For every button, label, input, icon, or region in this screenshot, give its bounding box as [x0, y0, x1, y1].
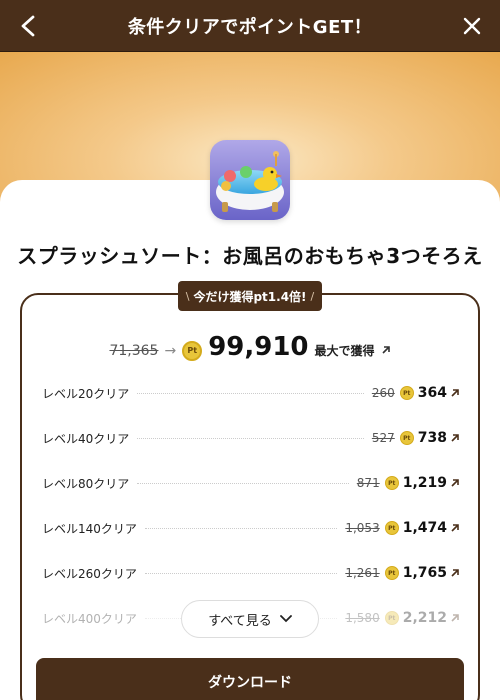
page-title: 条件クリアでポイントGET！: [127, 16, 373, 38]
download-button[interactable]: ダウンロード: [36, 658, 464, 700]
point-coin-icon: Pt: [182, 340, 203, 361]
close-button[interactable]: [458, 12, 486, 40]
level-new-points: 364: [417, 385, 447, 401]
total-new-points: 99,910: [208, 332, 309, 362]
external-link-icon[interactable]: [450, 478, 460, 488]
level-label: レベル400クリア: [42, 611, 137, 626]
level-row: レベル40クリア 527 Pt 738: [42, 423, 460, 453]
external-link-icon[interactable]: [381, 340, 391, 359]
level-row: レベル140クリア 1,053 Pt 1,474: [42, 513, 460, 543]
total-old-points: 71,365: [109, 343, 159, 359]
level-old-points: 1,053: [345, 521, 380, 535]
boost-badge-left-mark: \: [185, 289, 190, 303]
level-new-points: 1,219: [402, 475, 447, 491]
arrow-right-icon: →: [164, 343, 177, 359]
see-all-label: すべて見る: [208, 613, 272, 629]
external-link-icon[interactable]: [450, 568, 460, 578]
point-coin-icon: Pt: [384, 521, 399, 535]
point-coin-icon: Pt: [384, 566, 399, 580]
level-new-points: 2,212: [402, 610, 447, 626]
external-link-icon[interactable]: [450, 613, 460, 623]
external-link-icon[interactable]: [450, 388, 460, 398]
level-label: レベル140クリア: [42, 521, 137, 536]
level-label: レベル20クリア: [42, 386, 130, 401]
close-icon: [463, 17, 481, 35]
chevron-left-icon: [21, 15, 35, 37]
level-old-points: 260: [371, 386, 395, 400]
total-points-row: 71,365 → Pt 99,910 最大で獲得: [0, 332, 500, 363]
level-new-points: 738: [417, 430, 447, 446]
top-bar: 条件クリアでポイントGET！: [0, 0, 500, 52]
see-all-button[interactable]: すべて見る: [181, 600, 319, 638]
level-old-points: 1,580: [345, 611, 380, 625]
download-label: ダウンロード: [208, 675, 292, 691]
level-row: レベル260クリア 1,261 Pt 1,765: [42, 558, 460, 588]
point-coin-icon: Pt: [384, 611, 399, 625]
leader-dots: [137, 392, 364, 394]
leader-dots: [137, 437, 364, 439]
app-icon: [210, 140, 290, 220]
boost-badge-label: 今だけ獲得pt1.4倍!: [193, 289, 307, 304]
game-title: スプラッシュソート：お風呂のおもちゃ3つそろえ: [17, 244, 483, 268]
leader-dots: [144, 572, 338, 574]
level-label: レベル80クリア: [42, 476, 130, 491]
level-new-points: 1,474: [402, 520, 447, 536]
back-button[interactable]: [14, 12, 42, 40]
level-new-points: 1,765: [402, 565, 447, 581]
leader-dots: [137, 482, 349, 484]
total-suffix: 最大で獲得: [314, 344, 375, 358]
boost-badge: \ 今だけ獲得pt1.4倍! /: [178, 281, 322, 311]
boost-badge-right-mark: /: [310, 289, 315, 303]
external-link-icon[interactable]: [450, 523, 460, 533]
chevron-down-icon: [279, 615, 292, 623]
point-coin-icon: Pt: [399, 431, 414, 445]
external-link-icon[interactable]: [450, 433, 460, 443]
level-row: レベル20クリア 260 Pt 364: [42, 378, 460, 408]
level-old-points: 1,261: [345, 566, 380, 580]
level-label: レベル260クリア: [42, 566, 137, 581]
level-old-points: 527: [371, 431, 395, 445]
point-coin-icon: Pt: [384, 476, 399, 490]
level-old-points: 871: [356, 476, 380, 490]
point-coin-icon: Pt: [399, 386, 414, 400]
leader-dots: [144, 527, 338, 529]
level-row: レベル80クリア 871 Pt 1,219: [42, 468, 460, 498]
level-label: レベル40クリア: [42, 431, 130, 446]
